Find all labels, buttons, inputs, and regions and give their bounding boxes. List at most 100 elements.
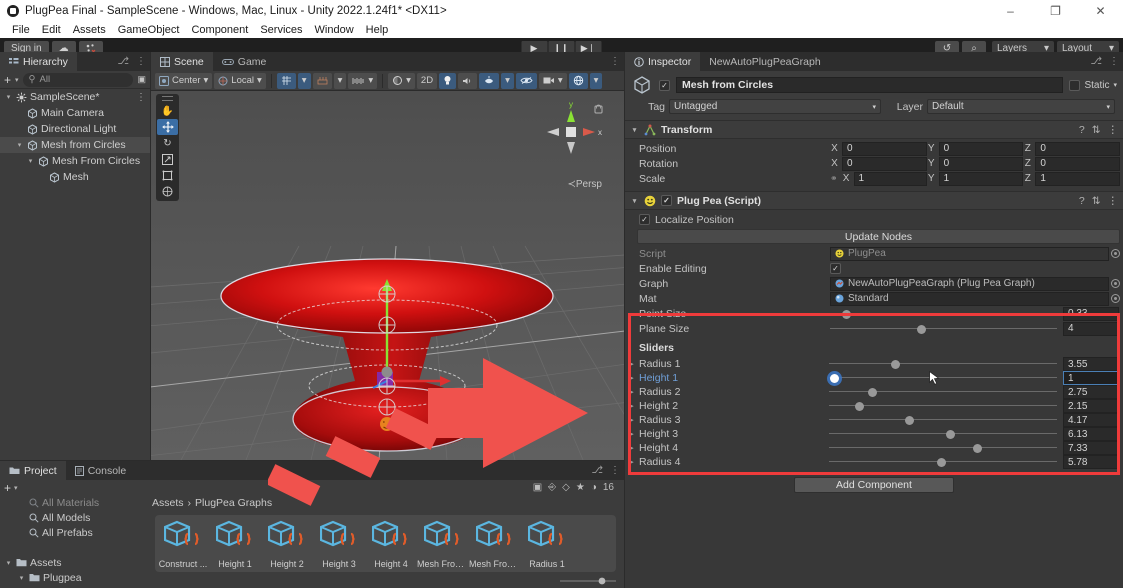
lock-icon[interactable]: ⎇ <box>1090 56 1102 67</box>
tab-project[interactable]: Project <box>0 461 66 480</box>
scene-viewport[interactable]: ✋ ↻ y x ≺Persp <box>151 91 624 460</box>
tab-newautoplugpeagraph[interactable]: NewAutoPlugPeaGraph <box>700 52 830 71</box>
foldout-arrow-icon[interactable]: ▸ <box>625 360 639 368</box>
slider-handle[interactable] <box>973 444 983 453</box>
scale-tool-icon[interactable] <box>157 151 178 167</box>
radius-1-slider[interactable] <box>829 357 1057 371</box>
menu-item-window[interactable]: Window <box>309 24 360 36</box>
slider-handle[interactable] <box>904 416 914 425</box>
panel-divider[interactable] <box>0 460 624 461</box>
foldout-arrow-icon[interactable]: ▾ <box>26 157 35 165</box>
menu-item-help[interactable]: Help <box>360 24 395 36</box>
scene-audio-toggle[interactable] <box>458 72 478 89</box>
gizmos-dropdown[interactable]: ▾ <box>589 72 603 89</box>
point-size-value-input[interactable]: 0.33 <box>1063 306 1119 321</box>
tab-scene[interactable]: Scene <box>151 52 213 71</box>
scene-projection-label[interactable]: ≺Persp <box>567 179 602 190</box>
slider-handle[interactable] <box>868 388 878 397</box>
enable-editing-checkbox[interactable]: ✓ <box>830 263 841 274</box>
menu-item-component[interactable]: Component <box>185 24 254 36</box>
ruler-toggle[interactable]: ▾ <box>348 72 378 89</box>
object-picker-icon[interactable] <box>1111 279 1120 288</box>
hierarchy-item-mesh-from-circles[interactable]: ▾ Mesh from Circles <box>0 137 150 153</box>
hand-tool-icon[interactable]: ✋ <box>157 103 178 119</box>
snap-increment-toggle[interactable] <box>312 72 332 89</box>
scene-visibility-toggle[interactable] <box>515 72 537 89</box>
tag-dropdown[interactable]: Untagged ▾ <box>669 99 881 114</box>
axis-z-input[interactable]: 1 <box>1035 171 1121 186</box>
object-enabled-checkbox[interactable]: ✓ <box>659 79 670 91</box>
height-4-value-input[interactable]: 7.33 <box>1063 441 1119 455</box>
axis-x-input[interactable]: 0 <box>842 141 927 156</box>
localize-position-checkbox[interactable]: ✓ <box>639 214 650 225</box>
rect-tool-icon[interactable] <box>157 167 178 183</box>
plane-size-slider[interactable] <box>830 322 1057 336</box>
graph-object-field[interactable]: NewAutoPlugPeaGraph (Plug Pea Graph) <box>830 276 1120 291</box>
add-component-button[interactable]: Add Component <box>794 477 954 493</box>
height-3-slider[interactable] <box>829 427 1057 441</box>
panel-divider[interactable] <box>150 52 151 461</box>
snap-settings-dropdown[interactable]: ▾ <box>333 72 347 89</box>
foldout-arrow-icon[interactable]: ▸ <box>625 388 639 396</box>
project-tree-item-assets[interactable]: ▾ Assets <box>0 555 147 570</box>
axis-y-input[interactable]: 1 <box>938 171 1024 186</box>
tab-game[interactable]: Game <box>213 52 276 71</box>
prefab-filter-icon[interactable]: ⎆ <box>548 482 556 493</box>
transform-component-header[interactable]: ▾ Transform ? ⇅ ⋮ <box>625 120 1123 139</box>
label-filter-icon[interactable]: ◇ <box>562 482 570 493</box>
scene-fx-dropdown[interactable]: ▾ <box>501 72 514 89</box>
breadcrumb-current[interactable]: PlugPea Graphs <box>195 497 272 509</box>
help-icon[interactable]: ? <box>1079 124 1085 136</box>
plugpea-component-header[interactable]: ▾ ✓ Plug Pea (Script) ? ⇅ ⋮ <box>625 191 1123 210</box>
tab-console[interactable]: Console <box>66 461 136 480</box>
rotate-tool-icon[interactable]: ↻ <box>157 135 178 151</box>
draw-mode-dropdown[interactable]: ▾ <box>388 72 415 89</box>
tab-hierarchy[interactable]: Hierarchy <box>0 52 77 71</box>
plane-size-value-input[interactable]: 4 <box>1063 321 1119 336</box>
foldout-arrow-icon[interactable]: ▸ <box>625 374 639 382</box>
maximize-button[interactable]: ❐ <box>1033 0 1078 22</box>
axis-z-input[interactable]: 0 <box>1035 141 1121 156</box>
filter-icon[interactable]: ▣ <box>533 482 542 493</box>
slider-handle[interactable] <box>891 360 901 369</box>
kebab-menu-icon[interactable]: ⋮ <box>1108 124 1119 136</box>
slider-handle[interactable] <box>936 458 946 467</box>
close-button[interactable]: ✕ <box>1078 0 1123 22</box>
move-tool-icon[interactable] <box>157 119 178 135</box>
axis-y-input[interactable]: 0 <box>938 141 1024 156</box>
radius-4-slider[interactable] <box>829 455 1057 469</box>
axis-z-input[interactable]: 0 <box>1035 156 1121 171</box>
foldout-arrow-icon[interactable]: ▸ <box>625 416 639 424</box>
preset-icon[interactable]: ⇅ <box>1092 195 1101 207</box>
axis-y-input[interactable]: 0 <box>938 156 1024 171</box>
radius-4-value-input[interactable]: 5.78 <box>1063 455 1119 469</box>
pivot-mode-dropdown[interactable]: Center ▾ <box>155 72 213 89</box>
object-picker-icon[interactable] <box>1111 249 1120 258</box>
kebab-menu-icon[interactable]: ⋮ <box>610 56 620 67</box>
object-picker-icon[interactable] <box>1111 294 1120 303</box>
foldout-arrow-icon[interactable]: ▸ <box>625 430 639 438</box>
hierarchy-search-input[interactable]: ⚲ All <box>22 72 134 87</box>
scene-lighting-toggle[interactable] <box>439 72 457 89</box>
tab-inspector[interactable]: Inspector <box>625 52 701 71</box>
foldout-arrow-icon[interactable]: ▾ <box>15 141 24 149</box>
radius-3-slider[interactable] <box>829 413 1057 427</box>
kebab-menu-icon[interactable]: ⋮ <box>1108 195 1119 207</box>
transform-tool-icon[interactable] <box>157 183 178 199</box>
script-object-field[interactable]: PlugPea <box>830 246 1120 261</box>
menu-item-gameobject[interactable]: GameObject <box>112 24 186 36</box>
twod-toggle[interactable]: 2D <box>416 72 438 89</box>
tools-drag-handle[interactable] <box>162 96 173 101</box>
hierarchy-item-samplescene[interactable]: ▾ SampleScene* ⋮ <box>0 89 150 105</box>
radius-2-value-input[interactable]: 2.75 <box>1063 385 1119 399</box>
foldout-arrow-icon[interactable]: ▸ <box>625 458 639 466</box>
hierarchy-item-main-camera[interactable]: Main Camera <box>0 105 150 121</box>
preset-icon[interactable]: ⇅ <box>1092 124 1101 136</box>
asset-item[interactable]: Height 1 <box>209 518 261 569</box>
slider-handle[interactable] <box>829 374 839 383</box>
foldout-arrow-icon[interactable]: ▾ <box>630 197 639 205</box>
foldout-arrow-icon[interactable]: ▸ <box>625 402 639 410</box>
menu-item-file[interactable]: File <box>6 24 36 36</box>
height-1-value-input[interactable]: 1 <box>1063 371 1119 385</box>
kebab-menu-icon[interactable]: ⋮ <box>1109 56 1119 67</box>
